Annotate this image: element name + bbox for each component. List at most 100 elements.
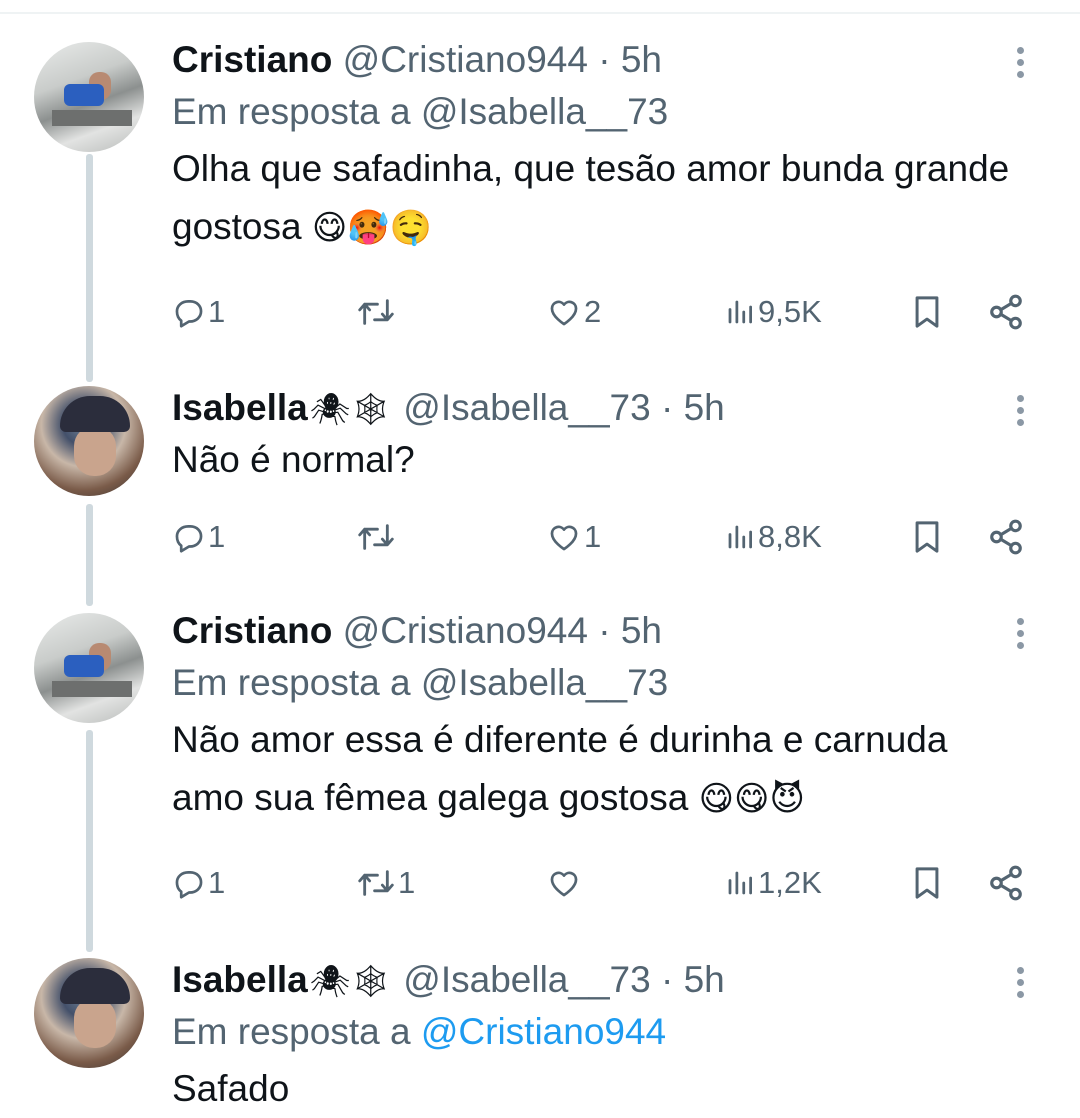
analytics-icon bbox=[728, 525, 752, 549]
tweet-text-line: Não amor essa é diferente é durinha e ca… bbox=[172, 719, 948, 760]
reply-icon bbox=[175, 525, 203, 553]
tweet-actions: 1 1 1,2K bbox=[172, 858, 1032, 908]
tweet-header: Cristiano @Cristiano944 · 5h bbox=[172, 607, 1040, 655]
tweet-text: Não amor essa é diferente é durinha e ca… bbox=[172, 711, 1040, 828]
more-options-icon[interactable] bbox=[1000, 390, 1040, 430]
separator-dot: · bbox=[660, 959, 674, 1000]
tweet-text: Não é normal? bbox=[172, 432, 1040, 488]
reply-button[interactable]: 1 bbox=[172, 287, 225, 337]
tweet-actions: 1 1 8,8K bbox=[172, 512, 1032, 562]
tweet-text: Olha que safadinha, que tesão amor bunda… bbox=[172, 140, 1040, 257]
avatar[interactable] bbox=[34, 386, 144, 496]
like-count: 1 bbox=[584, 519, 602, 554]
avatar[interactable] bbox=[34, 613, 144, 723]
share-icon bbox=[990, 294, 1022, 330]
reply-count: 1 bbox=[208, 294, 226, 329]
reply-button[interactable]: 1 bbox=[172, 858, 225, 908]
bookmark-button[interactable] bbox=[910, 512, 944, 562]
share-button[interactable] bbox=[986, 512, 1026, 562]
retweet-button[interactable] bbox=[356, 512, 398, 562]
reply-count: 1 bbox=[208, 865, 226, 900]
reply-to-handle[interactable]: @Isabella__73 bbox=[421, 91, 668, 132]
retweet-icon bbox=[358, 870, 394, 896]
user-handle[interactable]: @Isabella__73 bbox=[403, 387, 650, 428]
view-count: 8,8K bbox=[758, 519, 822, 554]
separator-dot: · bbox=[660, 387, 674, 428]
tweet-text-body: Não é normal? bbox=[172, 439, 415, 480]
avatar[interactable] bbox=[34, 958, 144, 1068]
tweet-text-line: amo sua fêmea galega gostosa 😋😋😈 bbox=[172, 769, 1040, 828]
thread-line bbox=[86, 730, 93, 952]
more-options-icon[interactable] bbox=[1000, 962, 1040, 1002]
display-name[interactable]: Cristiano bbox=[172, 610, 332, 651]
view-count: 9,5K bbox=[758, 294, 822, 329]
reply-to-handle[interactable]: @Isabella__73 bbox=[421, 662, 668, 703]
reply-context: Em resposta a @Isabella__73 bbox=[172, 655, 1040, 711]
reply-context: Em resposta a @Cristiano944 bbox=[172, 1004, 1040, 1060]
thread-line bbox=[86, 504, 93, 606]
analytics-icon bbox=[728, 871, 752, 895]
retweet-count: 1 bbox=[398, 865, 416, 900]
reply-prefix: Em resposta a bbox=[172, 662, 411, 703]
retweet-icon bbox=[358, 299, 394, 325]
share-icon bbox=[990, 865, 1022, 901]
tweet-text: Safado bbox=[172, 1060, 1040, 1118]
share-icon bbox=[990, 519, 1022, 555]
timestamp[interactable]: 5h bbox=[684, 387, 725, 428]
like-button[interactable] bbox=[546, 858, 584, 908]
user-handle[interactable]: @Cristiano944 bbox=[343, 39, 588, 80]
views-button[interactable]: 1,2K bbox=[724, 858, 822, 908]
bookmark-icon bbox=[915, 521, 939, 553]
like-button[interactable]: 2 bbox=[546, 287, 601, 337]
tweet-header: Isabella🕷🕸 @Isabella__73 · 5h bbox=[172, 384, 1040, 432]
tweet-emojis: 😋😋😈 bbox=[698, 780, 805, 818]
display-name[interactable]: Isabella bbox=[172, 387, 308, 428]
analytics-icon bbox=[728, 300, 752, 324]
more-options-icon[interactable] bbox=[1000, 42, 1040, 82]
like-button[interactable]: 1 bbox=[546, 512, 601, 562]
like-count: 2 bbox=[584, 294, 602, 329]
tweet-actions: 1 2 9,5K bbox=[172, 287, 1032, 337]
timestamp[interactable]: 5h bbox=[621, 610, 662, 651]
share-button[interactable] bbox=[986, 287, 1026, 337]
reply-icon bbox=[175, 300, 203, 328]
heart-icon bbox=[550, 300, 578, 326]
user-handle[interactable]: @Isabella__73 bbox=[403, 959, 650, 1000]
bookmark-icon bbox=[915, 867, 939, 899]
reply-icon bbox=[175, 871, 203, 899]
top-divider bbox=[0, 12, 1080, 14]
tweet-text-body: Safado bbox=[172, 1068, 290, 1109]
reply-count: 1 bbox=[208, 519, 226, 554]
views-button[interactable]: 8,8K bbox=[724, 512, 822, 562]
timestamp[interactable]: 5h bbox=[684, 959, 725, 1000]
view-count: 1,2K bbox=[758, 865, 822, 900]
retweet-button[interactable]: 1 bbox=[356, 858, 415, 908]
bookmark-button[interactable] bbox=[910, 287, 944, 337]
share-button[interactable] bbox=[986, 858, 1026, 908]
name-emoji-badges: 🕷🕸 bbox=[309, 963, 392, 999]
thread-line bbox=[86, 154, 93, 382]
views-button[interactable]: 9,5K bbox=[724, 287, 822, 337]
tweet-emojis: 😋🥵🤤 bbox=[311, 209, 432, 247]
heart-icon bbox=[550, 525, 578, 551]
tweet-text-body: amo sua fêmea galega gostosa bbox=[172, 777, 689, 818]
display-name[interactable]: Cristiano bbox=[172, 39, 332, 80]
bookmark-button[interactable] bbox=[910, 858, 944, 908]
user-handle[interactable]: @Cristiano944 bbox=[343, 610, 588, 651]
heart-icon bbox=[550, 871, 578, 897]
reply-to-handle-link[interactable]: @Cristiano944 bbox=[421, 1011, 666, 1052]
tweet-text-body: Olha que safadinha, que tesão amor bunda… bbox=[172, 148, 1010, 247]
reply-prefix: Em resposta a bbox=[172, 1011, 411, 1052]
timestamp[interactable]: 5h bbox=[621, 39, 662, 80]
separator-dot: · bbox=[598, 610, 611, 651]
reply-button[interactable]: 1 bbox=[172, 512, 225, 562]
bookmark-icon bbox=[915, 296, 939, 328]
reply-prefix: Em resposta a bbox=[172, 91, 411, 132]
more-options-icon[interactable] bbox=[1000, 613, 1040, 653]
display-name[interactable]: Isabella bbox=[172, 959, 308, 1000]
tweet-header: Isabella🕷🕸 @Isabella__73 · 5h bbox=[172, 956, 1040, 1004]
name-emoji-badges: 🕷🕸 bbox=[309, 391, 392, 427]
avatar[interactable] bbox=[34, 42, 144, 152]
retweet-button[interactable] bbox=[356, 287, 398, 337]
retweet-icon bbox=[358, 524, 394, 550]
